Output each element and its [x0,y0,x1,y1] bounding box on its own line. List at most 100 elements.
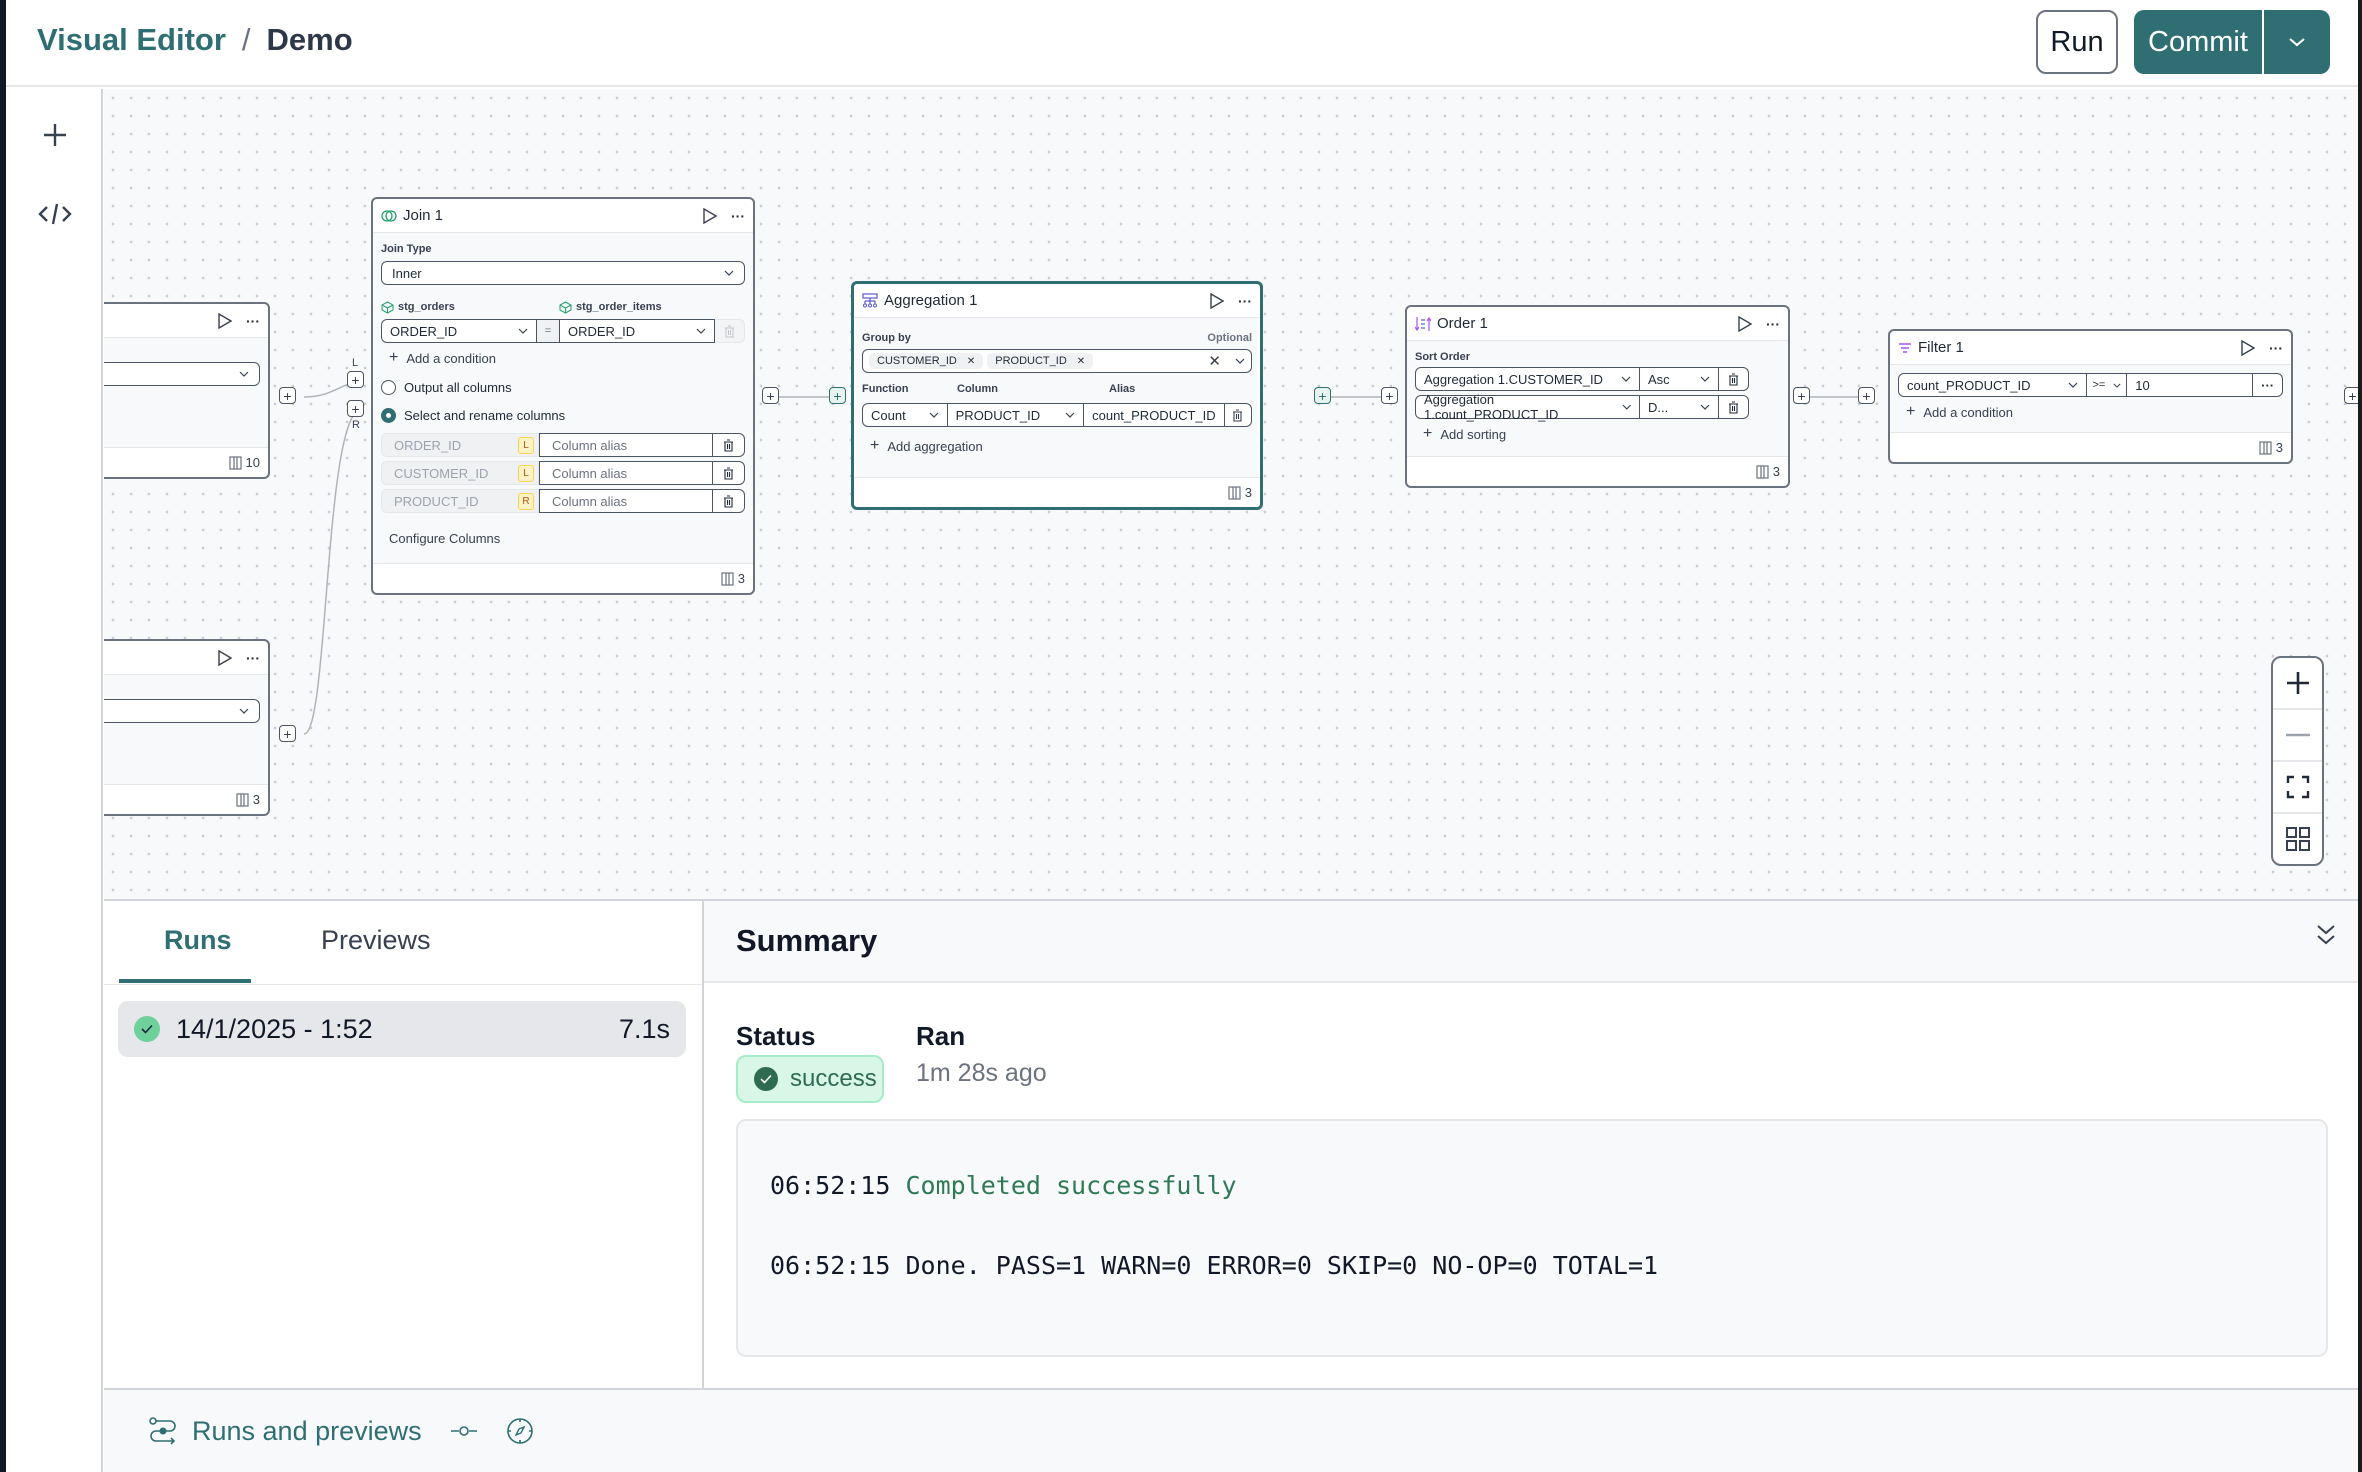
filter-node[interactable]: Filter 1 ··· count_PRODUCT_ID >= 10 ··· [1888,329,2293,464]
filter-value-input[interactable]: 10 [2127,373,2254,397]
flow-canvas[interactable]: ··· 10 + ··· 3 + L + + R Join 1 ··· Join… [104,89,2358,899]
add-filter-condition-button[interactable]: + Add a condition [1898,401,2283,423]
right-key-value: ORDER_ID [568,323,636,339]
delete-sort-button[interactable] [1719,367,1749,391]
sort-column-select[interactable]: Aggregation 1.count_PRODUCT_ID [1415,392,1640,422]
delete-column-button[interactable] [713,461,745,485]
function-label: Function [862,383,909,395]
alias-input[interactable]: count_PRODUCT_ID [1084,403,1225,427]
filter-column-value: count_PRODUCT_ID [1907,377,2031,393]
column-count: 10 [245,455,260,470]
join-node[interactable]: Join 1 ··· Join Type Inner stg_orders st… [371,197,755,595]
order-output-port[interactable]: + [1793,387,1810,404]
delete-condition-button[interactable] [715,319,745,343]
runs-tabs: Runs Previews [104,901,702,985]
source-node-top[interactable]: ··· 10 [104,302,270,479]
code-view-button[interactable] [34,193,76,235]
filter-operator-value: >= [2092,379,2106,391]
source-top-output-port[interactable]: + [279,387,296,404]
run-node-icon[interactable] [218,649,232,666]
run-node-icon[interactable] [1738,315,1752,332]
filter-input-port[interactable]: + [1858,387,1875,404]
source-select[interactable] [104,362,260,386]
sort-direction-select[interactable]: D... [1640,395,1719,419]
aggregation-node[interactable]: Aggregation 1 ··· Group by Optional CUST… [851,281,1263,510]
clear-icon[interactable]: ✕ [1208,352,1221,370]
column-alias-input[interactable]: Column alias [539,461,713,485]
filter-column-select[interactable]: count_PRODUCT_ID [1898,373,2088,397]
function-select[interactable]: Count [862,403,948,427]
runs-and-previews-button[interactable]: Runs and previews [148,1416,422,1447]
aggregation-input-port[interactable]: + [829,387,846,404]
success-check-icon [754,1067,778,1091]
remove-chip-icon[interactable]: ✕ [967,356,975,367]
join-type-select[interactable]: Inner [381,261,745,285]
function-value: Count [871,407,906,423]
column-alias-input[interactable]: Column alias [539,433,713,457]
commit-button[interactable]: Commit [2134,10,2264,74]
grid-view-button[interactable] [2273,814,2322,864]
join-right-input-port[interactable]: + [347,400,364,417]
zoom-out-button[interactable] [2273,710,2322,762]
filter-output-port[interactable]: + [2344,387,2358,404]
select-rename-columns-radio[interactable]: Select and rename columns [381,401,745,429]
column-alias-input[interactable]: Column alias [539,489,713,513]
tab-runs[interactable]: Runs [164,925,232,956]
explore-button[interactable] [506,1417,534,1445]
run-node-icon[interactable] [1210,292,1224,309]
source-node-bottom[interactable]: ··· 3 [104,639,270,816]
filter-operator-select[interactable]: >= [2087,373,2128,397]
delete-column-button[interactable] [713,489,745,513]
remove-chip-icon[interactable]: ✕ [1077,356,1085,367]
more-options-icon[interactable]: ··· [1766,316,1780,332]
more-options-icon[interactable]: ··· [246,650,260,666]
zoom-in-button[interactable] [2273,658,2322,710]
more-options-icon[interactable]: ··· [1238,293,1252,309]
source-select[interactable] [104,699,260,723]
add-aggregation-button[interactable]: + Add aggregation [862,435,1252,457]
aggregation-output-port[interactable]: + [1314,387,1331,404]
source-bottom-output-port[interactable]: + [279,725,296,742]
join-type-label: Join Type [381,243,432,255]
column-value: PRODUCT_ID [955,407,1041,423]
more-options-icon[interactable]: ··· [731,208,745,224]
run-node-icon[interactable] [2241,339,2255,356]
join-column-row: ORDER_ID L Column alias [381,433,745,457]
run-node-icon[interactable] [703,207,717,224]
chevron-down-icon [1622,404,1631,410]
join-left-input-port[interactable]: + [347,371,364,388]
tab-previews[interactable]: Previews [321,925,431,956]
delete-aggregation-button[interactable] [1224,403,1253,427]
run-list-item[interactable]: 14/1/2025 - 1:52 7.1s [118,1001,686,1057]
fit-view-button[interactable] [2273,762,2322,814]
join-columns-list: ORDER_ID L Column alias CUSTOMER_ID L Column … [381,433,745,513]
order-input-port[interactable]: + [1381,387,1398,404]
more-options-icon[interactable]: ··· [2269,340,2283,356]
filter-more-button[interactable]: ··· [2253,373,2284,397]
configure-columns-button[interactable]: Configure Columns [381,531,745,546]
group-by-multiselect[interactable]: CUSTOMER_ID ✕ PRODUCT_ID ✕ ✕ [862,349,1252,373]
left-key-select[interactable]: ORDER_ID [381,319,537,343]
add-condition-button[interactable]: + Add a condition [381,347,745,369]
delete-column-button[interactable] [713,433,745,457]
breadcrumb-visual-editor[interactable]: Visual Editor [37,22,226,58]
commit-dropdown-button[interactable] [2264,10,2330,74]
commit-button-group: Commit [2134,10,2330,74]
sort-column-select[interactable]: Aggregation 1.CUSTOMER_ID [1415,367,1640,391]
output-all-columns-radio[interactable]: Output all columns [381,373,745,401]
order-node[interactable]: Order 1 ··· Sort Order Aggregation 1.CUS… [1405,305,1790,488]
column-select[interactable]: PRODUCT_ID [947,403,1085,427]
collapse-panel-button[interactable] [2316,923,2336,952]
sort-direction-select[interactable]: Asc [1640,367,1719,391]
delete-sort-button[interactable] [1719,395,1749,419]
run-node-icon[interactable] [218,312,232,329]
right-key-select[interactable]: ORDER_ID [560,319,715,343]
join-column-row: CUSTOMER_ID L Column alias [381,461,745,485]
add-sorting-button[interactable]: + Add sorting [1415,423,1780,445]
run-button[interactable]: Run [2036,10,2118,74]
more-options-icon[interactable]: ··· [246,313,260,329]
sort-direction-value: D... [1648,399,1669,415]
add-node-button[interactable] [34,114,76,156]
commit-graph-button[interactable] [450,1425,478,1437]
join-output-port[interactable]: + [762,387,779,404]
